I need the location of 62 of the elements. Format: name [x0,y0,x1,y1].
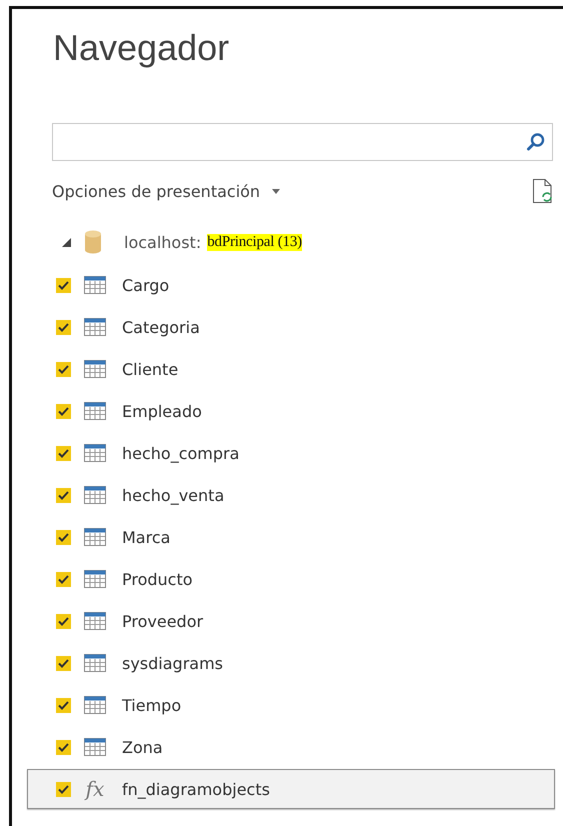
table-icon [84,318,106,336]
checkbox[interactable] [56,488,71,502]
checkbox[interactable] [56,698,71,712]
database-icon [84,230,102,254]
checkbox[interactable] [56,320,71,334]
item-label: Zona [122,738,163,756]
table-icon [84,444,106,462]
tree-item[interactable]: Zona [27,727,555,767]
item-label: Empleado [122,402,202,420]
expand-arrow-icon[interactable] [62,238,71,246]
caret-icon [272,188,280,194]
checkbox[interactable] [56,446,71,460]
checkbox[interactable] [56,656,71,670]
tree-item[interactable]: Producto [27,559,555,599]
table-icon [84,486,106,504]
tree-item[interactable]: hecho_compra [27,433,555,473]
item-label: Cliente [122,360,178,378]
table-icon [84,528,106,546]
checkbox[interactable] [56,278,71,292]
tree-item[interactable]: hecho_venta [27,475,555,515]
tree-item[interactable]: Categoria [27,307,555,347]
item-label: Cargo [122,276,170,294]
checkbox[interactable] [56,530,71,544]
item-label: Producto [122,570,193,588]
table-icon [84,360,106,378]
server-label: localhost: [124,232,202,252]
function-icon: fx [83,778,107,800]
window-title: Navegador [52,26,230,70]
item-label: hecho_compra [122,444,240,462]
item-label: Categoria [122,318,200,336]
checkbox[interactable] [56,404,71,418]
item-label: sysdiagrams [122,654,224,672]
table-icon [84,402,106,420]
table-icon [84,738,106,756]
table-icon [84,570,106,588]
table-icon [84,612,106,630]
table-icon [84,654,106,672]
tree-item[interactable]: Tiempo [27,685,555,725]
database-name: bdPrincipal (13) [207,234,302,250]
item-label: Proveedor [122,612,204,630]
checkbox[interactable] [56,740,71,754]
tree-item[interactable]: sysdiagrams [27,643,555,683]
item-label: Marca [122,528,170,546]
item-label: Tiempo [122,696,182,714]
tree-item[interactable]: Empleado [27,391,555,431]
item-label: hecho_venta [122,486,224,504]
checkbox[interactable] [56,614,71,628]
item-label: fn_diagramobjects [122,780,270,798]
refresh-document-icon[interactable] [532,178,554,204]
selected-row[interactable]: fx fn_diagramobjects [27,769,555,809]
display-options-dropdown[interactable]: Opciones de presentación [52,182,280,200]
tree-item[interactable]: Proveedor [27,601,555,641]
table-icon [84,696,106,714]
checkbox[interactable] [56,572,71,586]
checkbox[interactable] [56,782,71,796]
tree-item[interactable]: Cargo [27,265,555,305]
checkbox[interactable] [56,362,71,376]
tree-item[interactable]: Marca [27,517,555,557]
tree-item[interactable]: Cliente [27,349,555,389]
search-icon [526,132,546,152]
table-icon [84,276,106,294]
search-field[interactable] [52,123,553,161]
